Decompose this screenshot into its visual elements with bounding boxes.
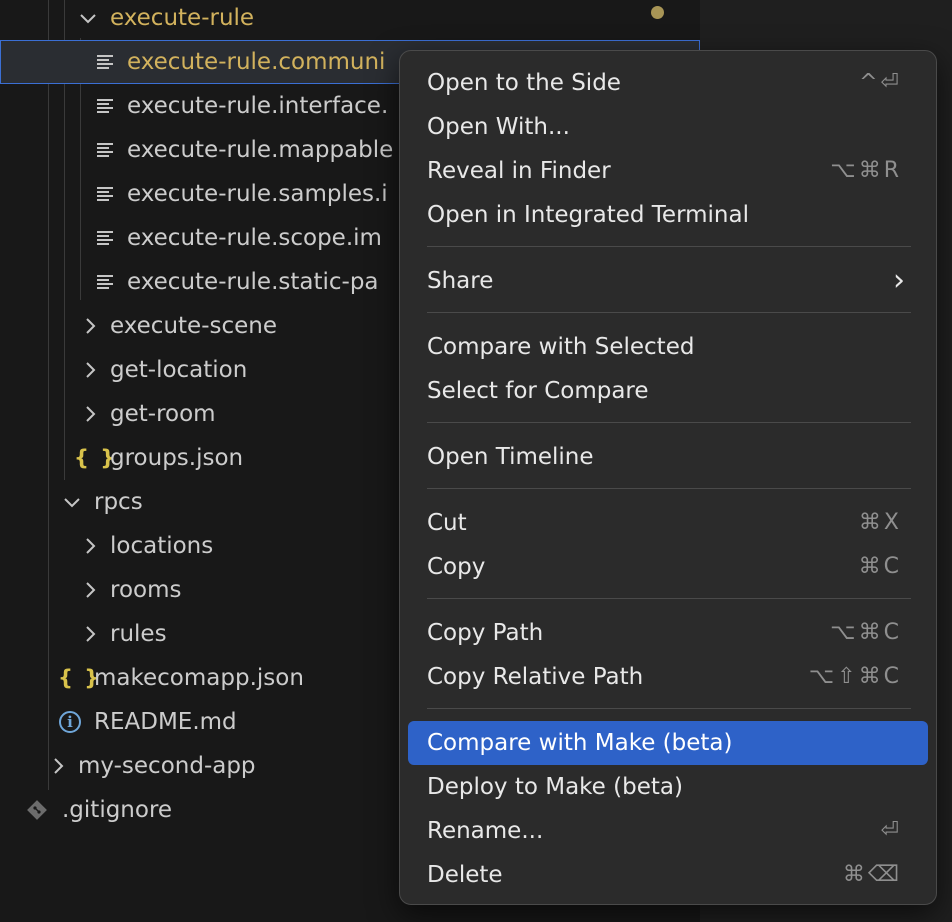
tree-item-label: get-room bbox=[110, 401, 216, 427]
menu-item-open-with[interactable]: Open With... bbox=[408, 105, 928, 149]
menu-item-label: Cut bbox=[427, 510, 467, 536]
menu-separator bbox=[427, 422, 911, 423]
chevron-right-icon bbox=[48, 744, 68, 788]
menu-item-reveal-in-finder[interactable]: Reveal in Finder ⌥⌘R bbox=[408, 149, 928, 193]
menu-item-copy[interactable]: Copy ⌘C bbox=[408, 545, 928, 589]
menu-shortcut: ⌥⇧⌘C bbox=[808, 664, 902, 689]
menu-item-share[interactable]: Share › bbox=[408, 259, 928, 303]
chevron-down-icon bbox=[62, 480, 82, 524]
file-lines-icon bbox=[96, 216, 114, 260]
file-lines-icon bbox=[96, 260, 114, 304]
menu-shortcut: ⌘⌫ bbox=[842, 862, 902, 887]
menu-item-copy-path[interactable]: Copy Path ⌥⌘C bbox=[408, 611, 928, 655]
chevron-right-icon bbox=[80, 348, 100, 392]
menu-separator bbox=[427, 488, 911, 489]
menu-item-label: Copy Path bbox=[427, 620, 544, 646]
menu-item-open-to-side[interactable]: Open to the Side ^⏎ bbox=[408, 61, 928, 105]
tree-item-label: groups.json bbox=[110, 445, 244, 471]
tree-item-label: execute-scene bbox=[110, 313, 277, 339]
menu-shortcut: ⌘C bbox=[858, 554, 902, 579]
menu-shortcut: ⌘X bbox=[858, 510, 902, 535]
git-icon bbox=[26, 788, 48, 832]
tree-item-label: execute-rule bbox=[110, 5, 255, 31]
menu-item-label: Deploy to Make (beta) bbox=[427, 774, 683, 800]
menu-separator bbox=[427, 598, 911, 599]
tree-item-label: my-second-app bbox=[78, 753, 256, 779]
menu-item-copy-relative-path[interactable]: Copy Relative Path ⌥⇧⌘C bbox=[408, 655, 928, 699]
menu-item-label: Copy bbox=[427, 554, 486, 580]
menu-item-compare-with-make[interactable]: Compare with Make (beta) bbox=[408, 721, 928, 765]
modified-indicator-icon bbox=[651, 6, 664, 19]
menu-item-label: Compare with Selected bbox=[427, 334, 695, 360]
tree-item-label: execute-rule.communi bbox=[127, 49, 386, 75]
info-icon-wrap: i bbox=[59, 700, 81, 744]
chevron-right-icon bbox=[80, 304, 100, 348]
menu-shortcut: ⏎ bbox=[880, 818, 902, 843]
menu-item-delete[interactable]: Delete ⌘⌫ bbox=[408, 853, 928, 897]
menu-shortcut: ⌥⌘C bbox=[830, 620, 902, 645]
file-lines-icon bbox=[96, 84, 114, 128]
menu-item-open-timeline[interactable]: Open Timeline bbox=[408, 435, 928, 479]
tree-folder-execute-rule[interactable]: execute-rule bbox=[0, 0, 700, 40]
chevron-right-icon bbox=[80, 568, 100, 612]
tree-item-label: rules bbox=[110, 621, 167, 647]
menu-item-label: Open in Integrated Terminal bbox=[427, 202, 749, 228]
tree-item-label: makecomapp.json bbox=[94, 665, 304, 691]
menu-item-label: Share bbox=[427, 268, 494, 294]
menu-shortcut: ^⏎ bbox=[859, 70, 902, 95]
file-lines-icon bbox=[96, 128, 114, 172]
chevron-right-icon bbox=[80, 612, 100, 656]
tree-item-label: execute-rule.static-pa bbox=[127, 269, 379, 295]
menu-item-label: Open to the Side bbox=[427, 70, 621, 96]
menu-item-label: Copy Relative Path bbox=[427, 664, 644, 690]
tree-item-label: rooms bbox=[110, 577, 182, 603]
tree-item-label: execute-rule.samples.i bbox=[127, 181, 388, 207]
chevron-right-icon bbox=[80, 392, 100, 436]
submenu-chevron-icon: › bbox=[893, 263, 908, 298]
chevron-down-icon bbox=[78, 0, 98, 40]
tree-item-label: README.md bbox=[94, 709, 237, 735]
tree-item-label: execute-rule.scope.im bbox=[127, 225, 382, 251]
menu-item-label: Open With... bbox=[427, 114, 570, 140]
info-icon: i bbox=[59, 711, 81, 733]
file-lines-icon bbox=[96, 40, 114, 84]
tree-item-label: rpcs bbox=[94, 489, 143, 515]
menu-item-deploy-to-make[interactable]: Deploy to Make (beta) bbox=[408, 765, 928, 809]
menu-item-label: Rename... bbox=[427, 818, 544, 844]
file-lines-icon bbox=[96, 172, 114, 216]
menu-separator bbox=[427, 246, 911, 247]
menu-shortcut: ⌥⌘R bbox=[830, 158, 902, 183]
menu-item-label: Compare with Make (beta) bbox=[427, 730, 733, 756]
tree-item-label: get-location bbox=[110, 357, 248, 383]
menu-separator bbox=[427, 312, 911, 313]
menu-item-label: Reveal in Finder bbox=[427, 158, 611, 184]
tree-item-label: execute-rule.interface. bbox=[127, 93, 389, 119]
tree-item-label: locations bbox=[110, 533, 214, 559]
menu-item-cut[interactable]: Cut ⌘X bbox=[408, 501, 928, 545]
context-menu: Open to the Side ^⏎ Open With... Reveal … bbox=[399, 50, 937, 905]
menu-item-label: Select for Compare bbox=[427, 378, 649, 404]
menu-item-compare-with-selected[interactable]: Compare with Selected bbox=[408, 325, 928, 369]
menu-item-rename[interactable]: Rename... ⏎ bbox=[408, 809, 928, 853]
menu-item-label: Delete bbox=[427, 862, 503, 888]
chevron-right-icon bbox=[80, 524, 100, 568]
menu-item-open-in-terminal[interactable]: Open in Integrated Terminal bbox=[408, 193, 928, 237]
tree-item-label: .gitignore bbox=[62, 797, 173, 823]
tree-item-label: execute-rule.mappable bbox=[127, 137, 394, 163]
menu-item-label: Open Timeline bbox=[427, 444, 594, 470]
menu-separator bbox=[427, 708, 911, 709]
menu-item-select-for-compare[interactable]: Select for Compare bbox=[408, 369, 928, 413]
